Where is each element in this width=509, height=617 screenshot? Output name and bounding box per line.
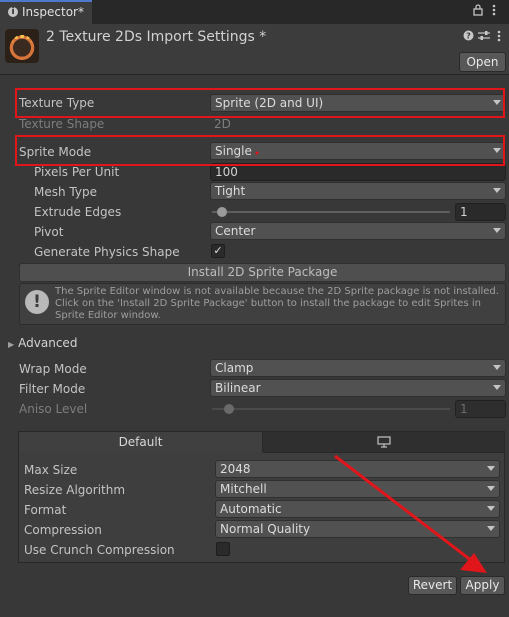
presets-icon[interactable] bbox=[478, 30, 490, 45]
wrap-mode-label: Wrap Mode bbox=[19, 362, 87, 376]
extrude-edges-slider-track[interactable] bbox=[212, 211, 450, 213]
compression-dropdown[interactable]: Normal Quality bbox=[215, 520, 500, 538]
texture-shape-value: 2D bbox=[214, 117, 231, 131]
filter-mode-label: Filter Mode bbox=[19, 382, 86, 396]
install-2d-sprite-package-button[interactable]: Install 2D Sprite Package bbox=[19, 263, 506, 282]
info-icon: i bbox=[8, 7, 18, 17]
pivot-dropdown[interactable]: Center bbox=[210, 222, 506, 240]
format-dropdown[interactable]: Automatic bbox=[215, 500, 500, 518]
tab-inspector-label: Inspector* bbox=[22, 5, 84, 19]
help-icon[interactable]: ? bbox=[463, 30, 474, 45]
page-title: 2 Texture 2Ds Import Settings * bbox=[46, 29, 267, 45]
annotation-box-texture-type bbox=[15, 88, 505, 118]
chevron-down-icon bbox=[487, 486, 495, 491]
tab-default[interactable]: Default bbox=[19, 432, 263, 452]
filter-mode-dropdown[interactable]: Bilinear bbox=[210, 379, 506, 397]
chevron-down-icon bbox=[493, 385, 501, 390]
chevron-down-icon bbox=[487, 506, 495, 511]
help-message: The Sprite Editor window is not availabl… bbox=[55, 286, 499, 321]
use-crunch-compression-checkbox[interactable] bbox=[216, 542, 230, 556]
pivot-value: Center bbox=[215, 224, 256, 238]
max-size-value: 2048 bbox=[220, 462, 251, 476]
mesh-type-dropdown[interactable]: Tight bbox=[210, 182, 506, 200]
wrap-mode-dropdown[interactable]: Clamp bbox=[210, 359, 506, 377]
extrude-edges-field[interactable]: 1 bbox=[455, 203, 506, 221]
texture-thumbnail bbox=[5, 29, 39, 63]
mesh-type-label: Mesh Type bbox=[34, 185, 97, 199]
filter-mode-value: Bilinear bbox=[215, 381, 261, 395]
extrude-edges-label: Extrude Edges bbox=[34, 205, 122, 219]
format-value: Automatic bbox=[220, 502, 282, 516]
advanced-label: Advanced bbox=[18, 336, 78, 350]
resize-algorithm-dropdown[interactable]: Mitchell bbox=[215, 480, 500, 498]
aniso-level-label: Aniso Level bbox=[19, 402, 88, 416]
compression-value: Normal Quality bbox=[220, 522, 311, 536]
extrude-edges-slider-handle[interactable] bbox=[217, 207, 227, 217]
revert-button[interactable]: Revert bbox=[408, 576, 457, 595]
open-button[interactable]: Open bbox=[459, 52, 506, 72]
pivot-label: Pivot bbox=[34, 225, 64, 239]
tab-inspector[interactable]: i Inspector* bbox=[0, 0, 92, 24]
foldout-arrow-icon: ▶ bbox=[8, 340, 15, 349]
chevron-down-icon bbox=[493, 228, 501, 233]
chevron-down-icon bbox=[493, 365, 501, 370]
pixels-per-unit-label: Pixels Per Unit bbox=[34, 165, 120, 179]
format-label: Format bbox=[24, 503, 67, 517]
lock-icon[interactable] bbox=[473, 4, 483, 20]
tab-standalone[interactable] bbox=[263, 432, 504, 453]
aniso-level-slider-track[interactable] bbox=[212, 408, 450, 410]
chevron-down-icon bbox=[487, 466, 495, 471]
wrap-mode-value: Clamp bbox=[215, 361, 254, 375]
advanced-foldout[interactable]: ▶ Advanced bbox=[8, 336, 77, 350]
aniso-level-field[interactable]: 1 bbox=[455, 400, 506, 418]
mesh-type-value: Tight bbox=[215, 184, 246, 198]
apply-button[interactable]: Apply bbox=[460, 576, 505, 595]
generate-physics-shape-checkbox[interactable]: ✓ bbox=[211, 244, 225, 258]
max-size-dropdown[interactable]: 2048 bbox=[215, 460, 500, 478]
resize-algorithm-label: Resize Algorithm bbox=[24, 483, 126, 497]
warning-icon: ! bbox=[25, 290, 49, 314]
compression-label: Compression bbox=[24, 523, 102, 537]
max-size-label: Max Size bbox=[24, 463, 78, 477]
checkmark-icon: ✓ bbox=[213, 244, 223, 257]
kebab-menu-icon[interactable] bbox=[492, 4, 496, 20]
monitor-icon bbox=[376, 436, 391, 448]
annotation-box-sprite-mode bbox=[15, 135, 505, 166]
resize-algorithm-value: Mitchell bbox=[220, 482, 267, 496]
use-crunch-compression-label: Use Crunch Compression bbox=[24, 543, 175, 557]
generate-physics-shape-label: Generate Physics Shape bbox=[34, 245, 180, 259]
header-kebab-menu-icon[interactable] bbox=[497, 30, 501, 46]
svg-text:?: ? bbox=[466, 32, 471, 41]
texture-shape-label: Texture Shape bbox=[19, 117, 105, 131]
chevron-down-icon bbox=[487, 526, 495, 531]
aniso-level-slider-handle[interactable] bbox=[224, 404, 234, 414]
chevron-down-icon bbox=[493, 188, 501, 193]
